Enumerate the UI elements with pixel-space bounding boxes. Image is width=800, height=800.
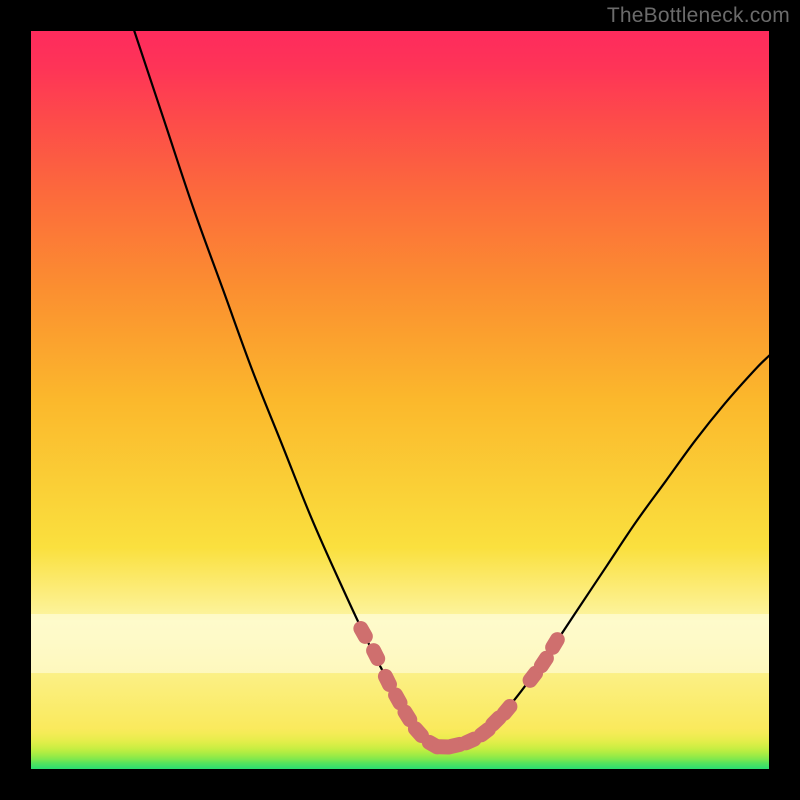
- outer-frame: TheBottleneck.com: [0, 0, 800, 800]
- plot-area: [31, 31, 769, 769]
- chart-svg: [31, 31, 769, 769]
- watermark-text: TheBottleneck.com: [607, 4, 790, 28]
- pale-band: [31, 614, 769, 673]
